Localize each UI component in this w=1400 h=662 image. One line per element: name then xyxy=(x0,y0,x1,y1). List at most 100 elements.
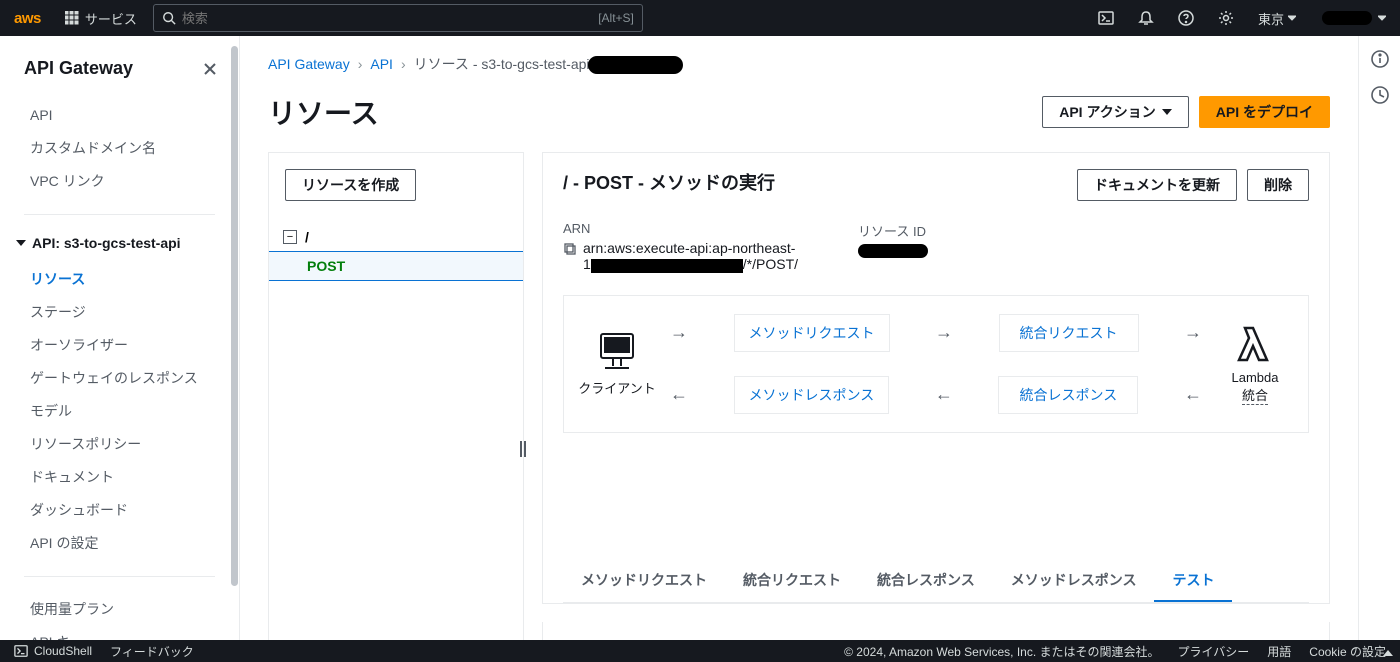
feedback-link[interactable]: フィードバック xyxy=(110,643,194,660)
test-method-panel: テストメソッド メソッドに対してテスト呼び出しを実行します。テスト呼び出しを実行… xyxy=(542,622,1330,640)
sidebar-item[interactable]: カスタムドメイン名 xyxy=(0,132,239,165)
cloudshell-button[interactable]: CloudShell xyxy=(14,644,92,658)
sidebar-title: API Gateway xyxy=(24,58,133,79)
right-rail xyxy=(1358,36,1400,640)
collapse-icon[interactable]: − xyxy=(283,230,297,244)
tree-root-label: / xyxy=(305,229,309,245)
region-label: 東京 xyxy=(1258,9,1284,28)
arrow-right-icon: → xyxy=(929,322,959,343)
search-shortcut: [Alt+S] xyxy=(598,11,634,25)
cookie-link[interactable]: Cookie の設定 xyxy=(1309,643,1386,660)
flow-integration-request[interactable]: 統合リクエスト xyxy=(999,314,1139,352)
terms-link[interactable]: 用語 xyxy=(1267,643,1291,660)
arrow-left-icon: ← xyxy=(1178,384,1208,405)
tab[interactable]: 統合リクエスト xyxy=(725,560,859,602)
grid-icon xyxy=(65,11,79,25)
detail-title: / - POST - メソッドの実行 xyxy=(563,169,775,195)
breadcrumb-item[interactable]: API Gateway xyxy=(268,56,350,72)
tree-root-row[interactable]: − / xyxy=(269,223,523,251)
flow-method-request[interactable]: メソッドリクエスト xyxy=(734,314,890,352)
help-icon[interactable] xyxy=(1166,0,1206,36)
tab[interactable]: 統合レスポンス xyxy=(859,560,993,602)
arn-label: ARN xyxy=(563,221,798,236)
resource-id-label: リソース ID xyxy=(858,221,928,240)
sidebar-item[interactable]: ステージ xyxy=(0,296,239,329)
chevron-right-icon: › xyxy=(401,56,406,72)
sidebar-scrollbar[interactable] xyxy=(229,36,239,640)
search-box[interactable]: [Alt+S] xyxy=(153,4,643,32)
services-label: サービス xyxy=(85,9,137,28)
breadcrumb-current: リソース - s3-to-gcs-test-api xyxy=(414,54,683,74)
info-icon[interactable] xyxy=(1371,50,1389,68)
breadcrumb: API Gateway › API › リソース - s3-to-gcs-tes… xyxy=(268,54,1330,74)
services-menu[interactable]: サービス xyxy=(55,9,147,28)
close-icon xyxy=(203,62,217,76)
resource-tree-panel: リソースを作成 − / POST xyxy=(268,152,524,640)
search-icon xyxy=(162,11,176,25)
flow-integration-response[interactable]: 統合レスポンス xyxy=(998,376,1138,414)
sidebar-item[interactable]: VPC リンク xyxy=(0,165,239,198)
sidebar-api-header[interactable]: API: s3-to-gcs-test-api xyxy=(0,225,239,257)
top-nav: aws サービス [Alt+S] 東京 xyxy=(0,0,1400,36)
sidebar-api-label: API: s3-to-gcs-test-api xyxy=(32,235,181,251)
sidebar-item[interactable]: API xyxy=(0,99,239,132)
sidebar-item[interactable]: ドキュメント xyxy=(0,461,239,494)
flow-lambda-node: Lambda 統合 xyxy=(1216,322,1294,405)
method-detail-panel: / - POST - メソッドの実行 ドキュメントを更新 削除 ARN xyxy=(542,152,1330,604)
resource-id-redacted xyxy=(858,244,928,258)
api-actions-button[interactable]: API アクション xyxy=(1042,96,1189,128)
sidebar-item[interactable]: API の設定 xyxy=(0,527,239,560)
cloudshell-icon[interactable] xyxy=(1086,0,1126,36)
tab[interactable]: メソッドリクエスト xyxy=(563,560,725,602)
footer: CloudShell フィードバック © 2024, Amazon Web Se… xyxy=(0,640,1400,662)
privacy-link[interactable]: プライバシー xyxy=(1178,643,1250,660)
deploy-api-button[interactable]: API をデプロイ xyxy=(1199,96,1330,128)
sidebar-item[interactable]: ダッシュボード xyxy=(0,494,239,527)
arrow-left-icon: ← xyxy=(664,384,694,405)
account-name-redacted xyxy=(1322,11,1372,25)
detail-tabs: メソッドリクエスト統合リクエスト統合レスポンスメソッドレスポンステスト xyxy=(563,560,1309,603)
sidebar-item[interactable]: 使用量プラン xyxy=(0,593,239,626)
caret-down-icon xyxy=(16,238,26,248)
flow-method-response[interactable]: メソッドレスポンス xyxy=(734,376,890,414)
copyright: © 2024, Amazon Web Services, Inc. またはその関… xyxy=(844,643,1159,660)
caret-down-icon xyxy=(1162,107,1172,117)
breadcrumb-item[interactable]: API xyxy=(370,56,393,72)
tree-method-row[interactable]: POST xyxy=(269,251,523,281)
region-selector[interactable]: 東京 xyxy=(1246,9,1308,28)
sidebar-item[interactable]: リソースポリシー xyxy=(0,428,239,461)
aws-logo[interactable]: aws xyxy=(0,10,55,27)
page-title: リソース xyxy=(268,92,379,132)
tree-method-label: POST xyxy=(307,258,345,274)
arrow-right-icon: → xyxy=(664,322,694,343)
sidebar-item[interactable]: API キー xyxy=(0,626,239,640)
notifications-icon[interactable] xyxy=(1126,0,1166,36)
sidebar-item[interactable]: ゲートウェイのレスポンス xyxy=(0,362,239,395)
panel-resize-handle[interactable] xyxy=(519,439,527,459)
copy-icon[interactable] xyxy=(563,242,577,256)
update-docs-button[interactable]: ドキュメントを更新 xyxy=(1077,169,1237,201)
settings-icon[interactable] xyxy=(1206,0,1246,36)
method-flow-diagram: クライアント → メソッドリクエスト → 統合リクエスト → ← メソッドレスポ… xyxy=(563,295,1309,433)
lambda-icon xyxy=(1231,322,1279,366)
arrow-left-icon: ← xyxy=(929,384,959,405)
clock-icon[interactable] xyxy=(1371,86,1389,104)
flow-integration-type[interactable]: 統合 xyxy=(1242,385,1268,405)
chevron-right-icon: › xyxy=(358,56,363,72)
tab[interactable]: メソッドレスポンス xyxy=(993,560,1155,602)
arrow-right-icon: → xyxy=(1178,322,1208,343)
sidebar-item[interactable]: オーソライザー xyxy=(0,329,239,362)
delete-button[interactable]: 削除 xyxy=(1247,169,1309,201)
caret-down-icon xyxy=(1378,14,1386,22)
account-menu[interactable] xyxy=(1308,11,1400,25)
footer-expand-icon[interactable] xyxy=(1382,648,1394,660)
sidebar-close-button[interactable] xyxy=(203,62,217,76)
client-icon xyxy=(593,330,641,374)
main-content: API Gateway › API › リソース - s3-to-gcs-tes… xyxy=(240,36,1358,640)
cloudshell-icon xyxy=(14,644,28,658)
search-input[interactable] xyxy=(182,11,592,26)
create-resource-button[interactable]: リソースを作成 xyxy=(285,169,416,201)
tab[interactable]: テスト xyxy=(1154,560,1232,602)
sidebar-item[interactable]: リソース xyxy=(0,263,239,296)
sidebar-item[interactable]: モデル xyxy=(0,395,239,428)
